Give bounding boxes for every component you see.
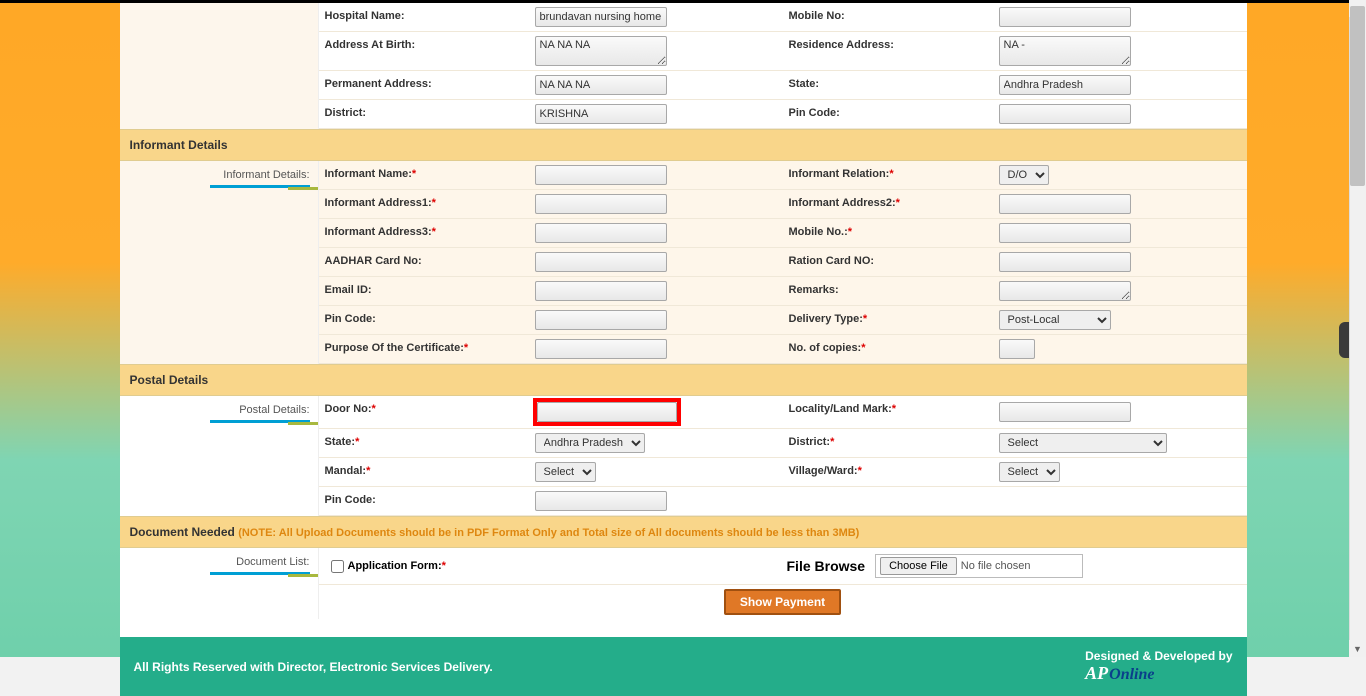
show-payment-button[interactable]: Show Payment [724,589,841,615]
purpose-label: Purpose Of the Certificate:* [319,335,529,363]
postal-header: Postal Details [120,364,1247,396]
remarks-label: Remarks: [783,277,993,305]
informant-pin-input[interactable] [535,310,667,330]
file-browse-label: File Browse [787,558,876,574]
documents-note: (NOTE: All Upload Documents should be in… [238,527,859,539]
informant-address1-label: Informant Address1:* [319,190,529,218]
informant-address1-input[interactable] [535,194,667,214]
scrollbar-track[interactable]: ▲ ▼ [1349,0,1366,657]
hospital-name-label: Hospital Name: [319,3,529,31]
district-label: District: [319,100,529,128]
hospital-side-label [120,3,319,129]
informant-address2-input[interactable] [999,194,1131,214]
informant-address3-label: Informant Address3:* [319,219,529,247]
email-label: Email ID: [319,277,529,305]
copies-label: No. of copies:* [783,335,993,363]
main-container: Hospital Name: Mobile No: Address At Bir… [120,3,1247,696]
purpose-input[interactable] [535,339,667,359]
district-input[interactable] [535,104,667,124]
mandal-label: Mandal:* [319,458,529,486]
state-label: State: [783,71,993,99]
door-no-highlight [535,400,679,424]
address-at-birth-label: Address At Birth: [319,32,529,70]
informant-side-label: Informant Details: [120,161,319,364]
permanent-address-label: Permanent Address: [319,71,529,99]
informant-header: Informant Details [120,129,1247,161]
informant-mobile-input[interactable] [999,223,1131,243]
informant-name-label: Informant Name:* [319,161,529,189]
permanent-address-input[interactable] [535,75,667,95]
pin-code-label: Pin Code: [783,100,993,128]
door-no-input[interactable] [537,402,677,422]
delivery-type-select[interactable]: Post-Local [999,310,1111,330]
mandal-select[interactable]: Select [535,462,596,482]
informant-address2-label: Informant Address2:* [783,190,993,218]
informant-relation-label: Informant Relation:* [783,161,993,189]
document-list-side-label: Document List: [120,548,319,619]
aadhar-label: AADHAR Card No: [319,248,529,276]
informant-mobile-label: Mobile No.:* [783,219,993,247]
ration-input[interactable] [999,252,1131,272]
locality-input[interactable] [999,402,1131,422]
informant-relation-select[interactable]: D/O [999,165,1049,185]
delivery-type-label: Delivery Type:* [783,306,993,334]
pin-code-input[interactable] [999,104,1131,124]
informant-address3-input[interactable] [535,223,667,243]
footer-right: Designed & Developed by APOnline [1085,649,1232,684]
remarks-input[interactable] [999,281,1131,301]
footer-left: All Rights Reserved with Director, Elect… [134,660,493,674]
postal-side-label: Postal Details: [120,396,319,516]
address-at-birth-input[interactable]: NA NA NA [535,36,667,66]
door-no-label: Door No:* [319,396,529,428]
side-tab-handle[interactable] [1339,322,1349,358]
scrollbar-thumb[interactable] [1350,6,1365,186]
footer: All Rights Reserved with Director, Elect… [120,637,1247,696]
mobile-no-label: Mobile No: [783,3,993,31]
copies-input[interactable] [999,339,1035,359]
application-form-label: Application Form:* [348,560,446,572]
locality-label: Locality/Land Mark:* [783,396,993,428]
postal-state-label: State:* [319,429,529,457]
ration-label: Ration Card NO: [783,248,993,276]
choose-file-button[interactable]: Choose File [880,557,957,575]
informant-pin-label: Pin Code: [319,306,529,334]
informant-name-input[interactable] [535,165,667,185]
postal-district-label: District:* [783,429,993,457]
village-label: Village/Ward:* [783,458,993,486]
email-input[interactable] [535,281,667,301]
aadhar-input[interactable] [535,252,667,272]
file-status: No file chosen [957,560,1031,572]
village-select[interactable]: Select [999,462,1060,482]
postal-state-select[interactable]: Andhra Pradesh [535,433,645,453]
state-input[interactable] [999,75,1131,95]
hospital-name-input[interactable] [535,7,667,27]
application-form-checkbox[interactable] [331,560,344,573]
aponline-logo: APOnline [1085,663,1232,684]
postal-pin-input[interactable] [535,491,667,511]
postal-district-select[interactable]: Select [999,433,1167,453]
residence-address-input[interactable]: NA - [999,36,1131,66]
scroll-down-arrow-icon[interactable]: ▼ [1349,640,1366,657]
residence-address-label: Residence Address: [783,32,993,70]
mobile-no-input[interactable] [999,7,1131,27]
postal-pin-label: Pin Code: [319,487,529,515]
documents-header: Document Needed (NOTE: All Upload Docume… [120,516,1247,548]
